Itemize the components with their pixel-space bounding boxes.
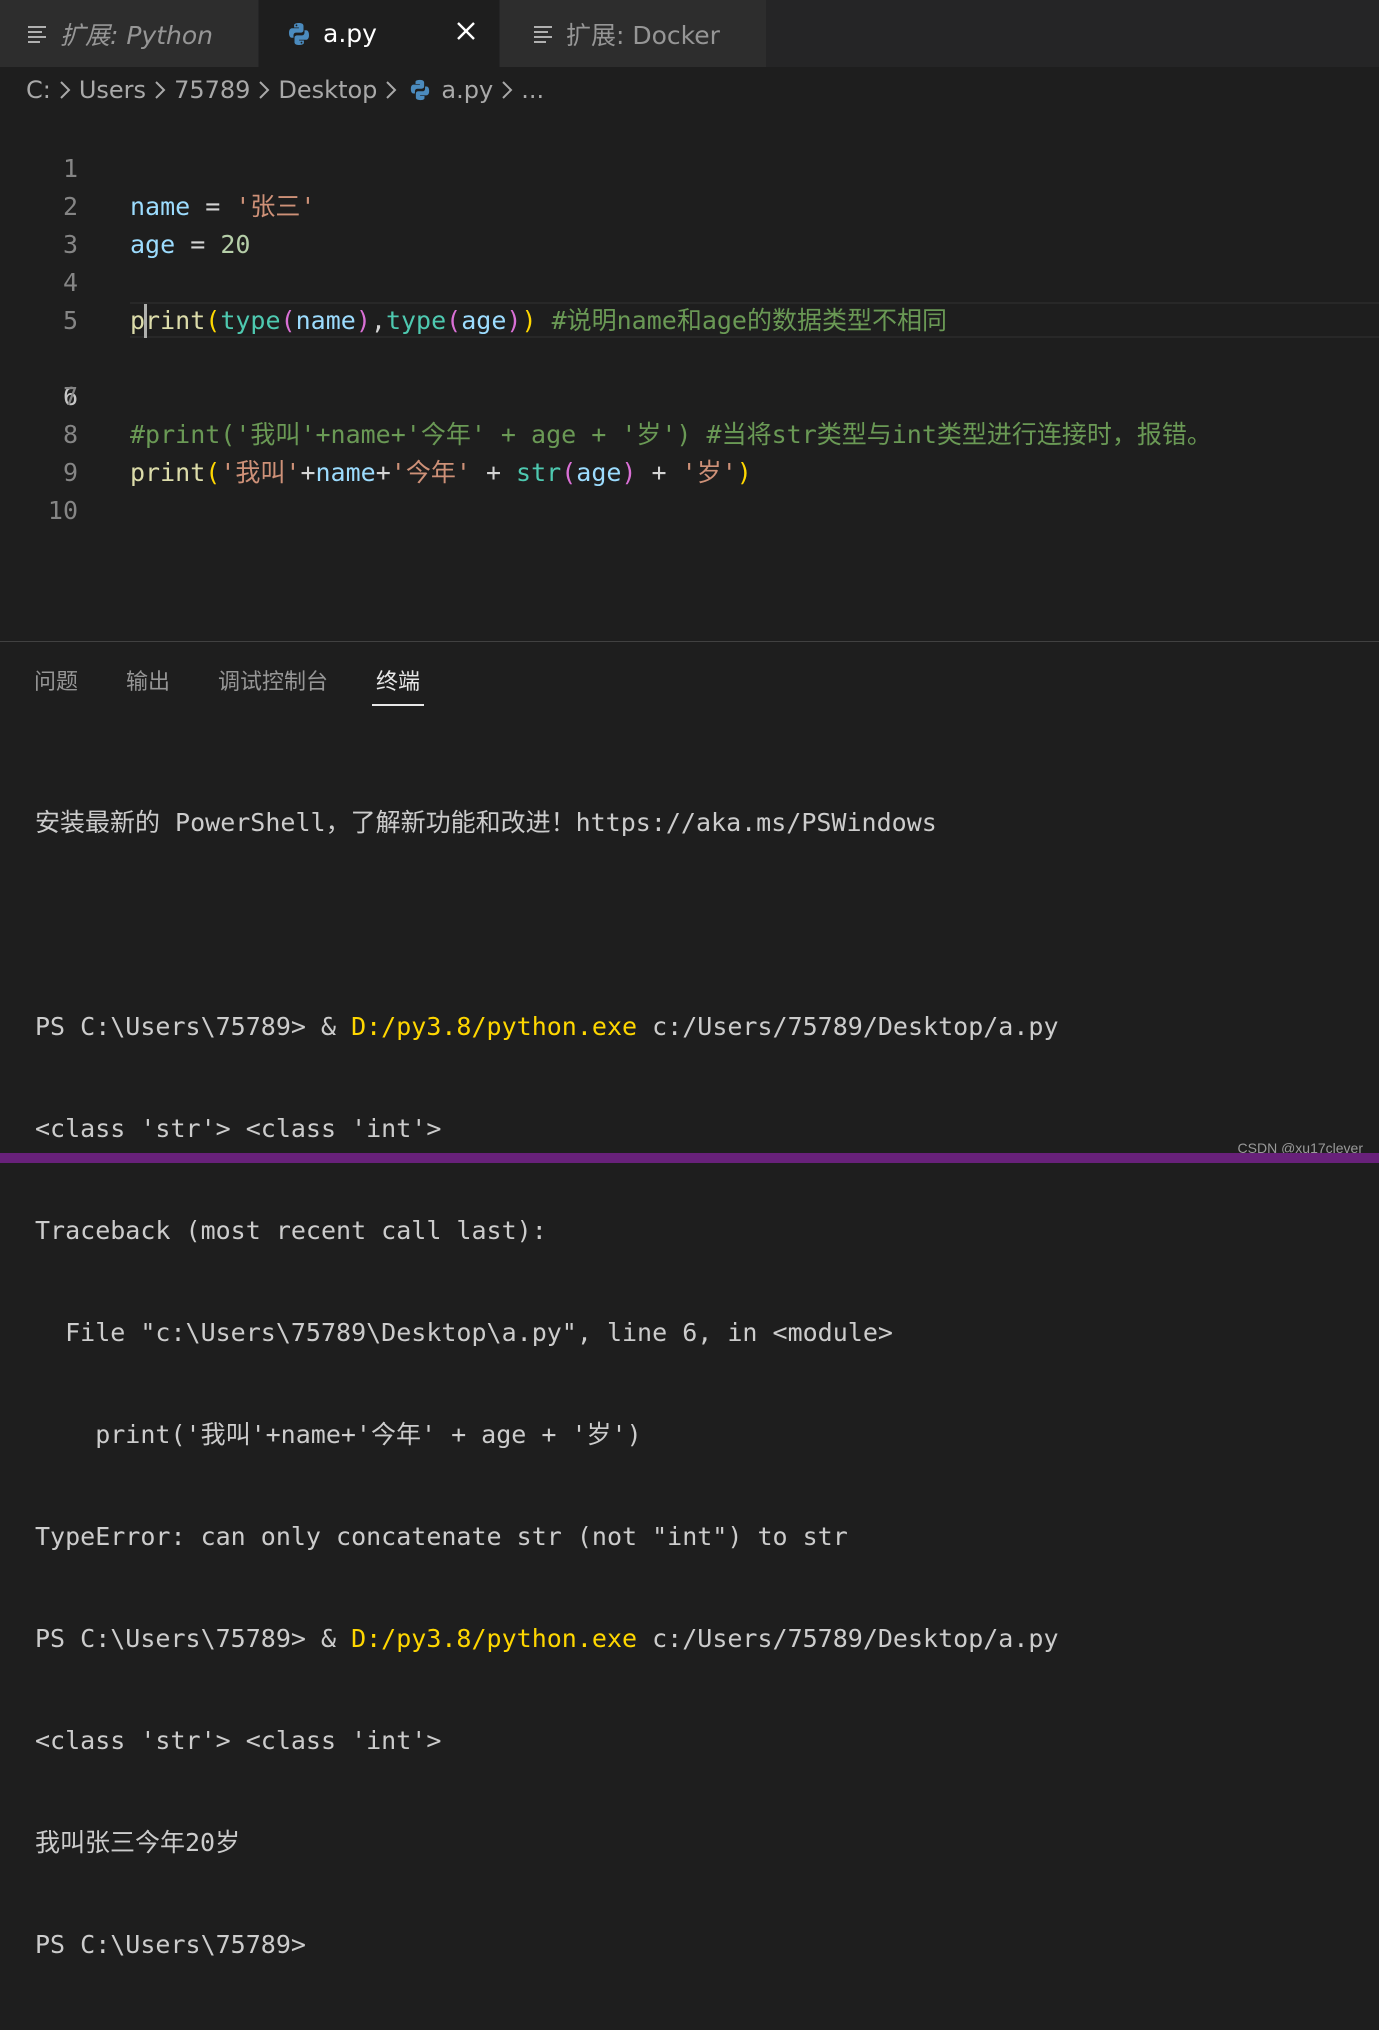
panel-tab-bar: 问题 输出 调试控制台 终端 bbox=[34, 664, 472, 706]
tab-extension-docker[interactable]: 扩展: Docker bbox=[500, 0, 766, 67]
current-line-highlight bbox=[130, 302, 1379, 338]
status-bar bbox=[0, 1153, 1379, 1163]
breadcrumb: C: Users 75789 Desktop a.py ... bbox=[26, 70, 544, 110]
terminal-line: <class 'str'> <class 'int'> bbox=[35, 1114, 442, 1143]
list-icon bbox=[28, 25, 48, 43]
list-icon bbox=[534, 25, 554, 43]
terminal-line: File "c:\Users\75789\Desktop\a.py", line… bbox=[35, 1318, 893, 1347]
terminal-line: <class 'str'> <class 'int'> bbox=[35, 1726, 442, 1755]
tab-terminal[interactable]: 终端 bbox=[372, 664, 425, 706]
code-line: 3 bbox=[0, 188, 1379, 259]
code-line: 4 print(type(name),type(age)) #说明name和ag… bbox=[0, 226, 1379, 335]
bottom-panel: 问题 输出 调试控制台 终端 安装最新的 PowerShell，了解新功能和改进… bbox=[0, 641, 1379, 1959]
breadcrumb-item[interactable]: ... bbox=[521, 76, 544, 104]
tab-output[interactable]: 输出 bbox=[126, 664, 170, 706]
terminal-line: Traceback (most recent call last): bbox=[35, 1216, 547, 1245]
breadcrumb-item[interactable]: a.py bbox=[441, 76, 493, 104]
tab-label: 扩展: Python bbox=[60, 20, 214, 50]
breadcrumb-item[interactable]: 75789 bbox=[174, 76, 250, 104]
python-icon bbox=[287, 22, 311, 46]
terminal-line: 安装最新的 PowerShell，了解新功能和改进！https://aka.ms… bbox=[35, 808, 937, 837]
chevron-right-icon bbox=[258, 80, 270, 100]
breadcrumb-item[interactable]: Users bbox=[79, 76, 146, 104]
code-line-active: 6 #print('我叫'+name+'今年' + age + '岁') #当将… bbox=[0, 302, 1379, 449]
tab-label: a.py bbox=[323, 19, 377, 48]
terminal-line: print('我叫'+name+'今年' + age + '岁') bbox=[35, 1420, 642, 1449]
line-number: 10 bbox=[47, 496, 78, 525]
chevron-right-icon bbox=[501, 80, 513, 100]
terminal-line: TypeError: can only concatenate str (not… bbox=[35, 1522, 848, 1551]
tab-extension-python[interactable]: 扩展: Python bbox=[0, 0, 258, 67]
code-editor[interactable]: 1 name = '张三' 2 age = 20 3 4 print(type(… bbox=[0, 112, 1379, 642]
text-cursor bbox=[144, 304, 147, 338]
code-line: 10 bbox=[0, 454, 1379, 525]
chevron-right-icon bbox=[59, 80, 71, 100]
tab-a-py[interactable]: a.py bbox=[259, 0, 499, 67]
code-line: 7 bbox=[0, 340, 1379, 411]
code-line: 2 age = 20 bbox=[0, 150, 1379, 259]
breadcrumb-item[interactable]: C: bbox=[26, 76, 51, 104]
tab-debug-console[interactable]: 调试控制台 bbox=[218, 664, 328, 706]
chevron-right-icon bbox=[385, 80, 397, 100]
code-line: 8 print('我叫'+name+'今年' + str(age) + '岁') bbox=[0, 378, 1379, 487]
code-line: 5 bbox=[0, 264, 1379, 335]
chevron-right-icon bbox=[154, 80, 166, 100]
terminal-output[interactable]: 安装最新的 PowerShell，了解新功能和改进！https://aka.ms… bbox=[35, 738, 1059, 2030]
terminal-line: PS C:\Users\75789> & D:/py3.8/python.exe… bbox=[35, 1624, 1059, 1653]
editor-tab-bar: 扩展: Python a.py 扩展: Docker bbox=[0, 0, 1379, 67]
tab-label: 扩展: Docker bbox=[566, 20, 720, 50]
terminal-line: 我叫张三今年20岁 bbox=[35, 1828, 241, 1857]
tab-problems[interactable]: 问题 bbox=[34, 664, 78, 706]
python-icon bbox=[409, 79, 431, 101]
close-icon[interactable] bbox=[451, 16, 481, 46]
breadcrumb-item[interactable]: Desktop bbox=[278, 76, 377, 104]
terminal-prompt: PS C:\Users\75789> bbox=[35, 1930, 306, 1959]
code-line: 9 bbox=[0, 416, 1379, 487]
terminal-line: PS C:\Users\75789> & D:/py3.8/python.exe… bbox=[35, 1012, 1059, 1041]
code-line: 1 name = '张三' bbox=[0, 112, 1379, 221]
